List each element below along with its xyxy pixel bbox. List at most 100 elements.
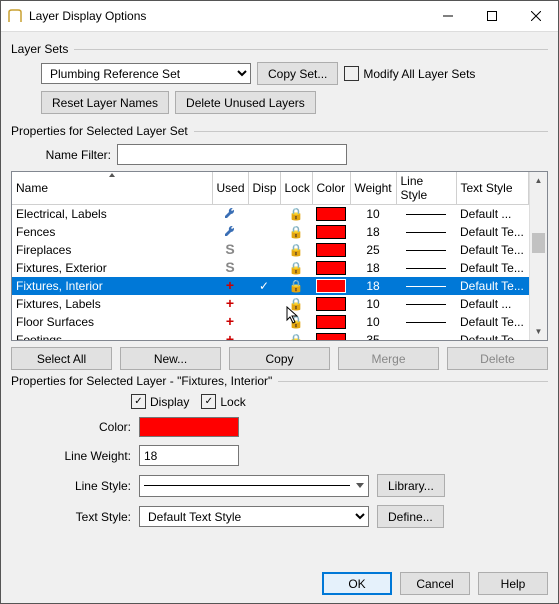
- cell-disp[interactable]: ✓: [248, 277, 280, 295]
- minimize-button[interactable]: [426, 1, 470, 31]
- col-weight[interactable]: Weight: [350, 172, 396, 205]
- cell-line-style[interactable]: [396, 223, 456, 241]
- cell-color[interactable]: [312, 223, 350, 241]
- line-style-preview: [406, 232, 446, 233]
- cell-disp[interactable]: [248, 223, 280, 241]
- line-style-label: Line Style:: [31, 479, 139, 493]
- col-used[interactable]: Used: [212, 172, 248, 205]
- cell-disp[interactable]: [248, 313, 280, 331]
- selected-layer-group: Properties for Selected Layer - "Fixture…: [11, 374, 548, 388]
- scroll-down-icon[interactable]: ▼: [530, 323, 547, 340]
- cell-weight: 10: [350, 205, 396, 223]
- cell-lock[interactable]: 🔒: [280, 223, 312, 241]
- scroll-up-icon[interactable]: ▲: [530, 172, 547, 189]
- new-layer-button[interactable]: New...: [120, 347, 221, 370]
- cell-line-style[interactable]: [396, 313, 456, 331]
- cell-lock[interactable]: 🔒: [280, 331, 312, 341]
- scroll-thumb[interactable]: [532, 233, 545, 253]
- cell-line-style[interactable]: [396, 295, 456, 313]
- cell-color[interactable]: [312, 313, 350, 331]
- plus-icon: +: [223, 314, 237, 328]
- cell-weight: 18: [350, 259, 396, 277]
- reset-layer-names-button[interactable]: Reset Layer Names: [41, 91, 169, 114]
- cell-line-style[interactable]: [396, 205, 456, 223]
- lock-checkbox[interactable]: ✓ Lock: [201, 394, 245, 409]
- cell-color[interactable]: [312, 277, 350, 295]
- display-checkbox[interactable]: ✓ Display: [131, 394, 189, 409]
- select-all-button[interactable]: Select All: [11, 347, 112, 370]
- close-button[interactable]: [514, 1, 558, 31]
- cell-text-style: Default Te...: [456, 313, 529, 331]
- table-row[interactable]: Electrical, Labels🔒10Default ...: [12, 205, 529, 223]
- line-weight-input[interactable]: [139, 445, 239, 466]
- table-row[interactable]: FireplacesS🔒25Default Te...: [12, 241, 529, 259]
- cell-line-style[interactable]: [396, 331, 456, 341]
- color-swatch: [316, 225, 346, 239]
- line-style-select[interactable]: [139, 475, 369, 497]
- color-swatch: [316, 207, 346, 221]
- library-button[interactable]: Library...: [377, 474, 445, 497]
- name-filter-input[interactable]: [117, 144, 347, 165]
- cell-color[interactable]: [312, 205, 350, 223]
- cell-line-style[interactable]: [396, 277, 456, 295]
- color-swatch-button[interactable]: [139, 417, 239, 437]
- table-row[interactable]: Fixtures, Labels+🔒10Default ...: [12, 295, 529, 313]
- cell-color[interactable]: [312, 259, 350, 277]
- copy-layer-button[interactable]: Copy: [229, 347, 330, 370]
- cell-lock[interactable]: 🔒: [280, 277, 312, 295]
- cell-text-style: Default ...: [456, 205, 529, 223]
- table-scrollbar[interactable]: ▲ ▼: [529, 172, 547, 340]
- delete-unused-layers-button[interactable]: Delete Unused Layers: [175, 91, 316, 114]
- modify-all-checkbox[interactable]: Modify All Layer Sets: [344, 66, 475, 81]
- col-lock[interactable]: Lock: [280, 172, 312, 205]
- cancel-button[interactable]: Cancel: [400, 572, 470, 595]
- col-name[interactable]: Name: [12, 172, 212, 205]
- lock-icon: 🔒: [289, 261, 304, 275]
- cell-color[interactable]: [312, 331, 350, 341]
- table-row[interactable]: Footings+🔒35Default Te...: [12, 331, 529, 341]
- titlebar: Layer Display Options: [1, 1, 558, 32]
- define-button[interactable]: Define...: [377, 505, 444, 528]
- col-disp[interactable]: Disp: [248, 172, 280, 205]
- checkmark-icon: ✓: [259, 279, 269, 293]
- ok-button[interactable]: OK: [322, 572, 392, 595]
- cell-lock[interactable]: 🔒: [280, 313, 312, 331]
- cell-disp[interactable]: [248, 259, 280, 277]
- cell-used: +: [212, 331, 248, 341]
- col-text-style[interactable]: Text Style: [456, 172, 529, 205]
- lock-icon: 🔒: [289, 207, 304, 221]
- delete-layer-button: Delete: [447, 347, 548, 370]
- cell-line-style[interactable]: [396, 259, 456, 277]
- cell-lock[interactable]: 🔒: [280, 259, 312, 277]
- table-row[interactable]: Fixtures, Interior+✓🔒18Default Te...: [12, 277, 529, 295]
- cell-color[interactable]: [312, 295, 350, 313]
- cell-disp[interactable]: [248, 241, 280, 259]
- selected-set-group: Properties for Selected Layer Set: [11, 124, 548, 138]
- table-row[interactable]: Floor Surfaces+🔒10Default Te...: [12, 313, 529, 331]
- layer-set-select[interactable]: Plumbing Reference Set: [41, 63, 251, 84]
- table-row[interactable]: Fixtures, ExteriorS🔒18Default Te...: [12, 259, 529, 277]
- S-icon: S: [223, 242, 237, 256]
- help-button[interactable]: Help: [478, 572, 548, 595]
- cell-used: +: [212, 277, 248, 295]
- cell-lock[interactable]: 🔒: [280, 295, 312, 313]
- col-color[interactable]: Color: [312, 172, 350, 205]
- cell-line-style[interactable]: [396, 241, 456, 259]
- line-style-preview: [406, 304, 446, 305]
- col-line-style[interactable]: Line Style: [396, 172, 456, 205]
- copy-set-button[interactable]: Copy Set...: [257, 62, 338, 85]
- cell-disp[interactable]: [248, 331, 280, 341]
- text-style-select[interactable]: Default Text Style: [139, 506, 369, 527]
- cell-lock[interactable]: 🔒: [280, 205, 312, 223]
- line-weight-label: Line Weight:: [31, 449, 139, 463]
- maximize-button[interactable]: [470, 1, 514, 31]
- line-style-preview: [406, 250, 446, 251]
- lock-icon: 🔒: [289, 297, 304, 311]
- cell-color[interactable]: [312, 241, 350, 259]
- cell-disp[interactable]: [248, 205, 280, 223]
- cell-text-style: Default ...: [456, 295, 529, 313]
- cell-used: +: [212, 313, 248, 331]
- cell-disp[interactable]: [248, 295, 280, 313]
- cell-lock[interactable]: 🔒: [280, 241, 312, 259]
- table-row[interactable]: Fences🔒18Default Te...: [12, 223, 529, 241]
